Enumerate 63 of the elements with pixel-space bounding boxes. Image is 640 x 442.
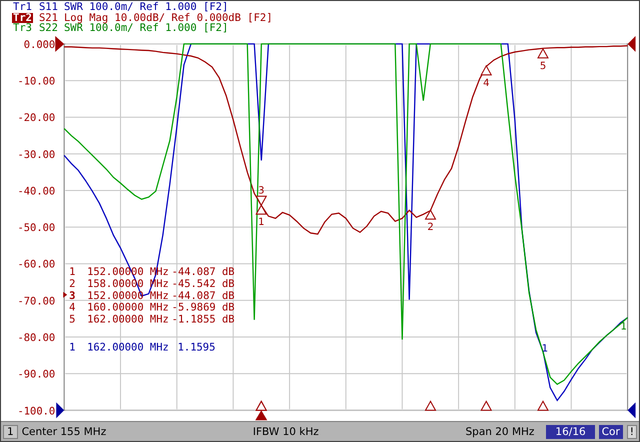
y-axis-label: -50.00 (18, 222, 56, 234)
marker-frequency: 162.00000 MHz (87, 341, 169, 354)
marker-label: 5 (540, 60, 546, 72)
trace-parameter: S11 (38, 2, 58, 12)
channel-number[interactable]: 1 (3, 424, 18, 439)
trace-tab[interactable]: Tr2 (12, 12, 33, 23)
marker-number: 2 (69, 278, 76, 290)
marker-number: 4 (69, 302, 76, 314)
marker-value: -45.542 dB (172, 278, 235, 290)
marker-label: 2 (427, 222, 434, 233)
ifbw-setting: IFBW 10 kHz (252, 426, 319, 438)
marker-icon[interactable] (255, 196, 268, 206)
y-axis-label: -90.00 (18, 368, 56, 380)
marker-frequency: 160.00000 MHz (87, 302, 169, 314)
trace-settings: SWR 100.0m/ Ref 1.000 [F2] (64, 23, 228, 34)
marker-frequency: 162.00000 MHz (87, 314, 169, 326)
marker-position-icon (424, 400, 436, 411)
marker-label: 1 (542, 343, 548, 354)
trace-settings: Log Mag 10.00dB/ Ref 0.000dB [F2] (64, 12, 273, 23)
warning-indicator: ! (626, 424, 637, 439)
marker-label: 1 (620, 322, 627, 332)
trace-parameter: S22 (38, 23, 58, 34)
marker-value: 1.1595 (178, 341, 216, 354)
marker-icon[interactable] (480, 64, 492, 76)
marker-number: 1 (69, 266, 76, 278)
marker-frequency: 152.00000 MHz (87, 290, 169, 302)
marker-value: -5.9869 dB (172, 302, 235, 314)
trace-settings: SWR 100.0m/ Ref 1.000 [F2] (64, 2, 228, 12)
y-axis-label: -30.00 (18, 148, 56, 161)
y-axis-label: -40.00 (18, 185, 56, 198)
trace-parameter: S21 (38, 12, 58, 23)
reference-level-icon (55, 36, 64, 52)
marker-label: 4 (483, 78, 490, 89)
y-axis-label: -70.00 (18, 295, 56, 308)
marker-number: 5 (69, 314, 76, 326)
y-axis-label: -10.00 (18, 75, 56, 88)
correction-indicator: Cor (598, 424, 623, 439)
y-axis-label: 0.000 (24, 38, 56, 51)
trace-tab[interactable]: Tr1 (12, 2, 33, 12)
marker-label: 3 (258, 185, 264, 196)
reference-level-icon (628, 36, 636, 52)
y-axis-label: -80.00 (18, 332, 56, 344)
y-axis-label: -60.00 (18, 258, 56, 271)
span-setting: Span 20 MHz (466, 426, 534, 438)
marker-position-icon (480, 400, 492, 411)
marker-icon[interactable] (255, 204, 268, 215)
marker-value: -44.087 dB (172, 266, 235, 278)
marker-icon[interactable] (537, 48, 549, 58)
marker-value: -44.087 dB (172, 290, 235, 302)
marker-number: 3 (69, 290, 76, 302)
trace-tab[interactable]: Tr3 (12, 23, 33, 34)
reference-level-icon (628, 402, 636, 418)
marker-label: 1 (258, 216, 264, 228)
sweep-count: 16/16 (546, 424, 595, 439)
marker-number: 1 (69, 341, 76, 354)
reference-level-icon (56, 402, 64, 418)
y-axis-label: -100.0 (18, 405, 56, 418)
y-axis-label: -20.00 (18, 112, 56, 124)
marker-position-icon (537, 400, 549, 411)
active-marker-indicator-icon (63, 292, 68, 298)
marker-icon[interactable] (424, 209, 436, 220)
center-frequency: Center 155 MHz (22, 426, 106, 438)
marker-value: -1.1855 dB (172, 314, 235, 326)
